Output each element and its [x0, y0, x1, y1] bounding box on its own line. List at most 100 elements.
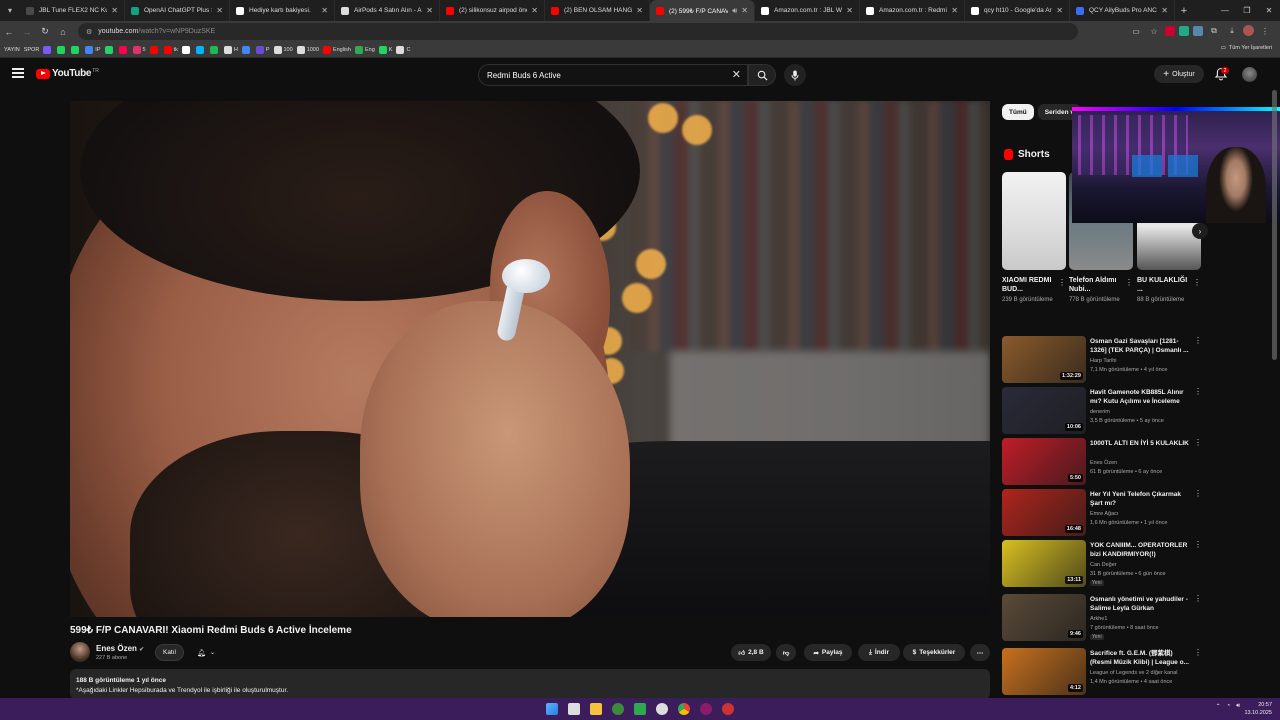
- bookmark-item[interactable]: English: [322, 45, 351, 54]
- tab-search-icon[interactable]: ▾: [0, 0, 20, 21]
- chip-all[interactable]: Tümü: [1002, 104, 1034, 120]
- account-avatar[interactable]: [1242, 67, 1257, 82]
- create-button[interactable]: + Oluştur: [1154, 65, 1204, 83]
- more-vertical-icon[interactable]: ⋮: [1194, 540, 1202, 549]
- dislike-button[interactable]: 👎︎: [776, 644, 796, 661]
- short-title[interactable]: BU KULAKLIĞI ...: [1137, 276, 1191, 294]
- windows-start-icon[interactable]: [546, 703, 558, 715]
- subscription-bell-button[interactable]: 🔔︎ ⌄: [190, 644, 222, 661]
- close-tab-icon[interactable]: ✕: [321, 6, 328, 15]
- browser-tab[interactable]: (2) 599₺ F/P CANAVA 🔊︎ ✕: [650, 0, 755, 21]
- video-thumbnail[interactable]: 4:12: [1002, 648, 1086, 695]
- bookmark-item[interactable]: [149, 45, 160, 54]
- close-tab-icon[interactable]: ✕: [1056, 6, 1063, 15]
- video-channel[interactable]: Harp Tarihi: [1090, 358, 1117, 364]
- extension-icon[interactable]: [1179, 26, 1189, 36]
- bookmark-item[interactable]: [181, 45, 192, 54]
- browser-tab[interactable]: OpenAI ChatGPT Plus Satı ✕: [125, 0, 230, 21]
- video-title[interactable]: YOK CANIIIM... OPERATORLER bizi KANDIRMI…: [1090, 541, 1194, 559]
- like-button[interactable]: 👍︎ 2,8 B: [731, 644, 771, 661]
- related-video-item[interactable]: 5:50 1000TL ALTI EN İYİ 5 KULAKLIK Enes Öz…: [1002, 438, 1202, 486]
- bookmark-item[interactable]: [195, 45, 206, 54]
- close-tab-icon[interactable]: ✕: [531, 6, 538, 15]
- clock[interactable]: 20:57 13.10.2025: [1244, 701, 1272, 717]
- bookmark-item[interactable]: 100: [273, 45, 293, 54]
- media-player-icon[interactable]: [634, 703, 646, 715]
- browser-tab[interactable]: Hediye kartı bakiyesi. ✕: [230, 0, 335, 21]
- bookmark-item[interactable]: YAYIN: [4, 47, 20, 53]
- bookmark-item[interactable]: 5: [132, 45, 146, 54]
- video-thumbnail[interactable]: 5:50: [1002, 438, 1086, 485]
- maximize-icon[interactable]: ❐: [1236, 6, 1258, 15]
- video-thumbnail[interactable]: 1:32:29: [1002, 336, 1086, 383]
- close-tab-icon[interactable]: ✕: [636, 6, 643, 15]
- close-window-icon[interactable]: ✕: [1258, 6, 1280, 15]
- url-field[interactable]: ⚙ youtube.com/watch?v=wNP9DuzSKE: [78, 23, 1078, 40]
- bookmark-item[interactable]: K: [378, 45, 392, 54]
- new-tab-button[interactable]: +: [1175, 5, 1193, 17]
- search-input[interactable]: Redmi Buds 6 Active ✕: [478, 64, 748, 86]
- bookmark-item[interactable]: [241, 45, 252, 54]
- more-actions-button[interactable]: ⋯: [970, 644, 990, 661]
- video-title[interactable]: Osman Gazi Savaşları [1281-1326] (TEK PA…: [1090, 337, 1194, 355]
- video-channel[interactable]: denerim: [1090, 409, 1110, 415]
- more-vertical-icon[interactable]: ⋮: [1194, 489, 1202, 498]
- short-title[interactable]: XIAOMI REDMI BUD...: [1002, 276, 1056, 294]
- extension-icon[interactable]: [1165, 26, 1175, 36]
- reload-icon[interactable]: ↻: [36, 26, 54, 37]
- page-scrollbar[interactable]: [1272, 90, 1277, 360]
- bookmark-item[interactable]: [118, 45, 129, 54]
- video-thumbnail[interactable]: 10:06: [1002, 387, 1086, 434]
- browser-tab[interactable]: JBL Tune FLEX2 NC Kulakl ✕: [20, 0, 125, 21]
- bookmark-star-icon[interactable]: ☆: [1147, 24, 1161, 38]
- tray-chevron-icon[interactable]: ⌃: [1216, 703, 1221, 710]
- browser-tab[interactable]: qcy ht10 - Google'da Ara ✕: [965, 0, 1070, 21]
- more-vertical-icon[interactable]: ⋮: [1193, 278, 1201, 287]
- voice-search-button[interactable]: [784, 64, 806, 86]
- wifi-icon[interactable]: ◔: [1227, 703, 1231, 710]
- related-video-item[interactable]: 1:32:29 Osman Gazi Savaşları [1281-1326] …: [1002, 336, 1202, 384]
- youtube-logo[interactable]: YouTube TR: [36, 68, 99, 79]
- browser-tab[interactable]: QCY AilyBuds Pro ANC Tr ✕: [1070, 0, 1175, 21]
- more-vertical-icon[interactable]: ⋮: [1194, 438, 1202, 447]
- video-title[interactable]: Havit Gamenote KB885L Alınır mı? Kutu Aç…: [1090, 388, 1194, 406]
- back-icon[interactable]: ←: [0, 27, 18, 37]
- bookmark-item[interactable]: Eng: [354, 45, 375, 54]
- shorts-next-chevron-icon[interactable]: ›: [1192, 223, 1208, 239]
- video-title[interactable]: Sacrifice ft. G.E.M. (鄧紫棋) (Resmi Müzik …: [1090, 649, 1194, 667]
- more-vertical-icon[interactable]: ⋮: [1194, 594, 1202, 603]
- home-icon[interactable]: ⌂: [54, 27, 72, 37]
- forward-icon[interactable]: →: [18, 27, 36, 37]
- close-tab-icon[interactable]: ✕: [1161, 6, 1168, 15]
- thanks-button[interactable]: $ Teşekkürler: [903, 644, 965, 661]
- steam-icon[interactable]: [656, 703, 668, 715]
- browser-menu-icon[interactable]: ⋮: [1258, 24, 1272, 38]
- more-vertical-icon[interactable]: ⋮: [1125, 278, 1133, 287]
- related-video-item[interactable]: 4:12 Sacrifice ft. G.E.M. (鄧紫棋) (Resmi Mü…: [1002, 648, 1202, 696]
- browser-tab[interactable]: (2) BEN OLSAM HANGİ K✕: [545, 0, 650, 21]
- bookmark-item[interactable]: SPOR: [24, 47, 40, 53]
- related-video-item[interactable]: 10:06 Havit Gamenote KB885L Alınır mı? Ku…: [1002, 387, 1202, 435]
- more-vertical-icon[interactable]: ⋮: [1194, 648, 1202, 657]
- more-vertical-icon[interactable]: ⋮: [1194, 387, 1202, 396]
- close-tab-icon[interactable]: ✕: [216, 6, 223, 15]
- close-tab-icon[interactable]: ✕: [741, 6, 748, 15]
- recording-app-icon[interactable]: [722, 703, 734, 715]
- menu-icon[interactable]: [12, 68, 24, 80]
- browser-tab[interactable]: (2) silikonsuz airpod öner ✕: [440, 0, 545, 21]
- chrome-icon[interactable]: [678, 703, 690, 715]
- extension-icon[interactable]: [1193, 26, 1203, 36]
- close-tab-icon[interactable]: ✕: [111, 6, 118, 15]
- volume-icon[interactable]: 🔊︎: [1236, 703, 1240, 710]
- video-thumbnail[interactable]: 9:46: [1002, 594, 1086, 641]
- related-video-item[interactable]: 16:48 Her Yıl Yeni Telefon Çıkarmak Şart …: [1002, 489, 1202, 537]
- xbox-icon[interactable]: [612, 703, 624, 715]
- video-channel[interactable]: Can Değer: [1090, 562, 1117, 568]
- bookmark-item[interactable]: [71, 45, 81, 54]
- description-box[interactable]: 188 B görüntüleme 1 yıl önce *Aşağıdaki …: [70, 669, 990, 699]
- bookmark-item[interactable]: C: [396, 45, 410, 54]
- bookmark-item[interactable]: [104, 45, 115, 54]
- task-view-icon[interactable]: [568, 703, 580, 715]
- download-button[interactable]: ⤓ İndir: [858, 644, 900, 661]
- site-info-icon[interactable]: ⚙: [86, 28, 92, 36]
